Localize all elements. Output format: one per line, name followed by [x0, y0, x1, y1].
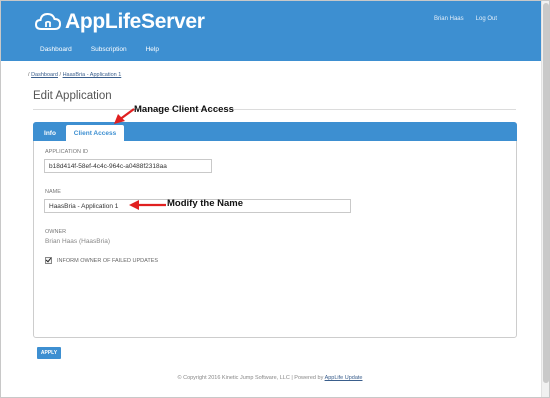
nav-subscription[interactable]: Subscription: [91, 46, 127, 53]
owner-label: OWNER: [45, 229, 67, 235]
nav-help[interactable]: Help: [146, 46, 159, 53]
nav-dashboard[interactable]: Dashboard: [40, 46, 72, 53]
tab-info[interactable]: Info: [36, 125, 64, 141]
annotation-arrow-up-icon: [114, 108, 135, 124]
breadcrumb-separator: /: [59, 72, 62, 78]
tab-bar: Info Client Access: [33, 122, 517, 141]
title-divider: [33, 109, 516, 110]
footer-applife-link[interactable]: AppLife Update: [325, 375, 363, 381]
footer: © Copyright 2016 Kinetic Jump Software, …: [0, 375, 540, 381]
cloud-icon: [34, 11, 62, 33]
top-header: AppLifeServer Brian Haas Log Out Dashboa…: [1, 1, 541, 61]
brand-name: AppLifeServer: [65, 10, 205, 33]
breadcrumb: / Dashboard / HaasBria - Application 1: [28, 72, 121, 78]
owner-value: Brian Haas (HaasBria): [45, 238, 111, 245]
name-label: NAME: [45, 189, 61, 195]
user-name-link[interactable]: Brian Haas: [434, 16, 464, 22]
inform-owner-checkbox[interactable]: [45, 257, 52, 264]
annotation-manage-client-access: Manage Client Access: [134, 104, 234, 115]
page-title: Edit Application: [33, 90, 112, 102]
scrollbar[interactable]: [541, 1, 549, 397]
breadcrumb-prefix: /: [28, 72, 30, 78]
edit-panel: [33, 122, 517, 338]
inform-owner-label[interactable]: INFORM OWNER OF FAILED UPDATES: [57, 258, 158, 264]
brand-logo[interactable]: AppLifeServer: [34, 10, 205, 34]
breadcrumb-current-link[interactable]: HaasBria - Application 1: [63, 72, 122, 78]
annotation-modify-name: Modify the Name: [167, 198, 244, 209]
footer-copyright: © Copyright 2016 Kinetic Jump Software, …: [177, 375, 324, 381]
scrollbar-thumb[interactable]: [543, 3, 549, 383]
apply-button[interactable]: APPLY: [37, 347, 61, 359]
logout-link[interactable]: Log Out: [476, 16, 497, 22]
breadcrumb-dashboard-link[interactable]: Dashboard: [31, 72, 58, 78]
application-id-field[interactable]: b18d414f-58ef-4c4c-964c-a0488f2318aa: [44, 159, 212, 173]
user-links: Brian Haas Log Out: [434, 16, 497, 22]
main-nav: Dashboard Subscription Help: [40, 46, 159, 53]
annotation-arrow-left-icon: [129, 200, 166, 210]
inform-owner-row: INFORM OWNER OF FAILED UPDATES: [45, 257, 158, 264]
application-id-label: APPLICATION ID: [45, 149, 88, 155]
